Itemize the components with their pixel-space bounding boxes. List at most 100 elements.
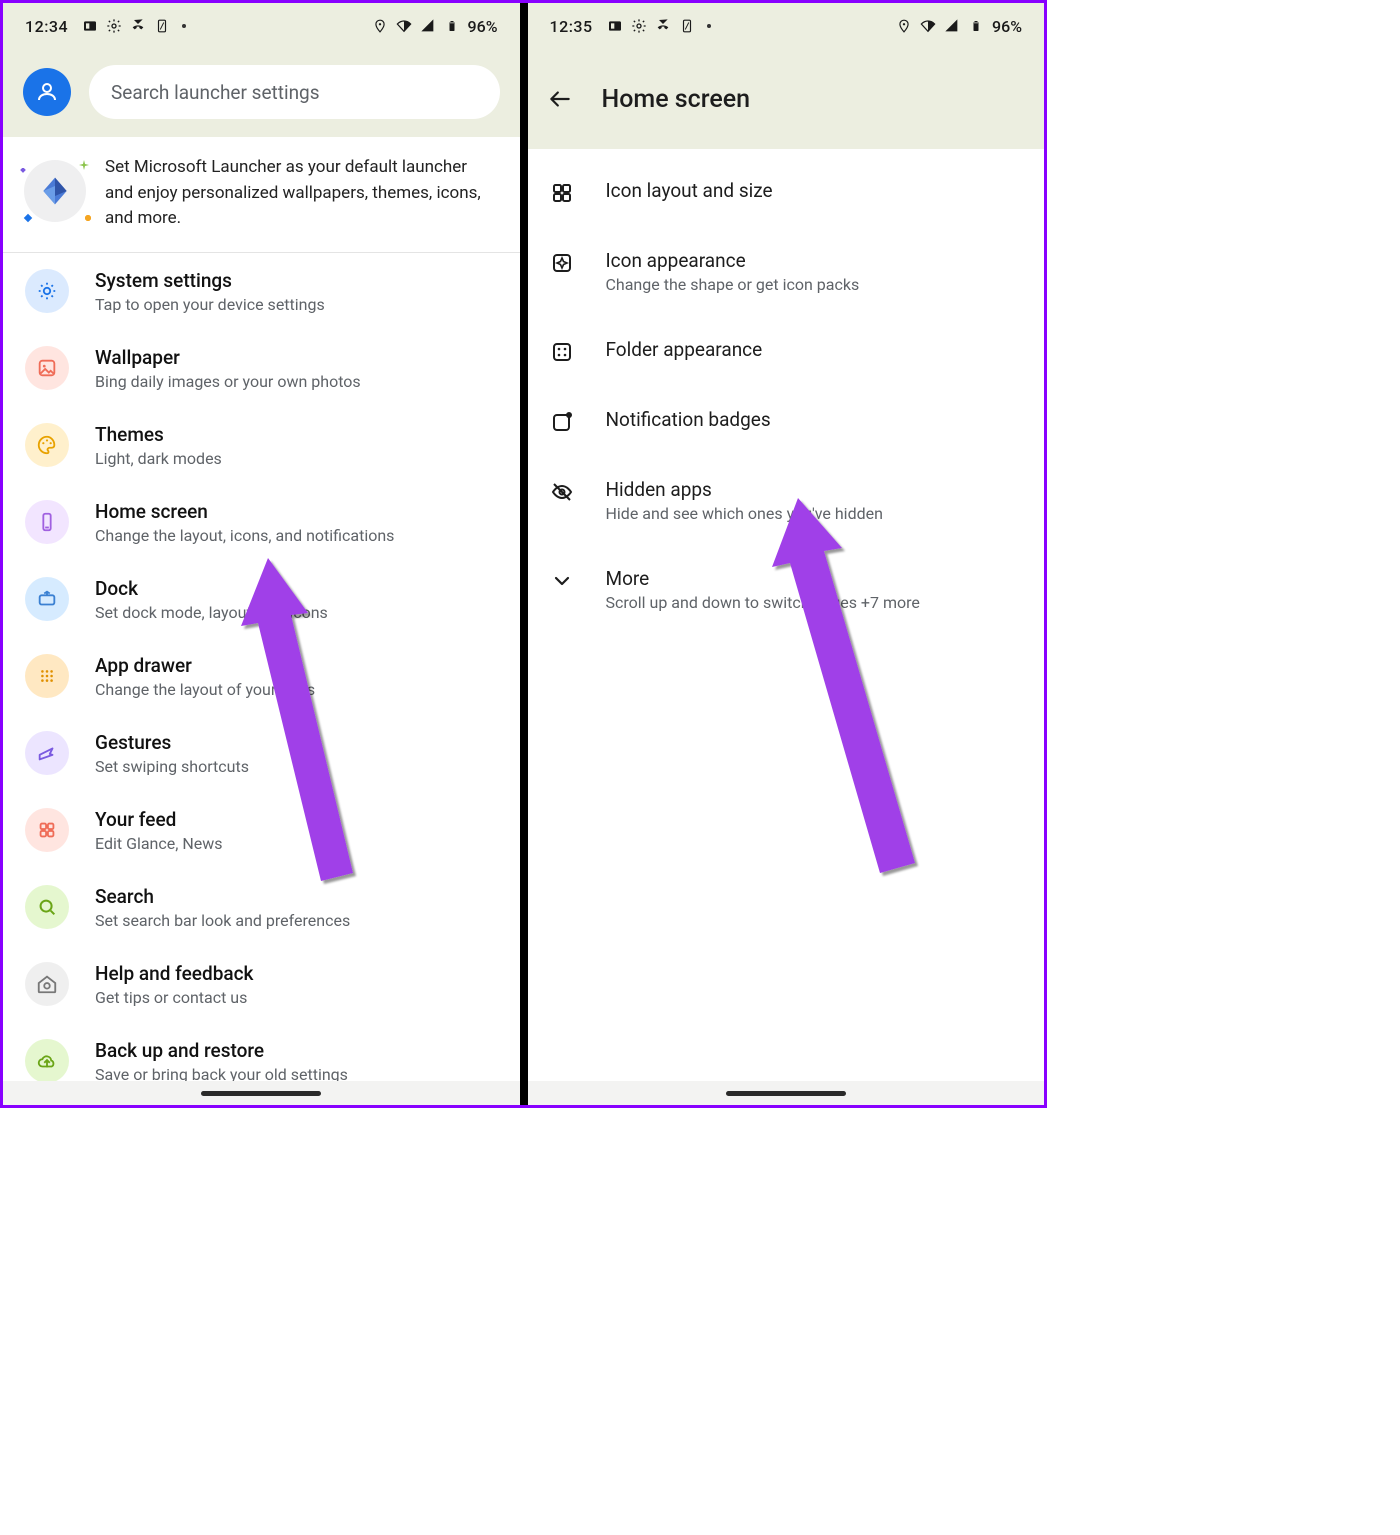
hs-title: Notification badges	[606, 408, 771, 431]
setting-wallpaper[interactable]: Wallpaper Bing daily images or your own p…	[3, 330, 520, 407]
palette-icon	[25, 423, 69, 467]
setting-title: Home screen	[95, 500, 394, 523]
sparkle-icon	[19, 161, 27, 180]
hs-icon-layout-and-size[interactable]: Icon layout and size	[528, 157, 1045, 227]
setting-themes[interactable]: ThemesLight, dark modes	[3, 407, 520, 484]
card-icon	[82, 18, 98, 34]
hs-notification-badges[interactable]: Notification badges	[528, 386, 1045, 456]
setting-subtitle: Bing daily images or your own photos	[95, 372, 361, 391]
gear-icon	[106, 18, 122, 34]
hs-title: More	[606, 567, 920, 590]
setting-title: System settings	[95, 269, 325, 292]
grid-icon	[25, 654, 69, 698]
setting-title: Back up and restore	[95, 1039, 348, 1062]
setting-subtitle: Get tips or contact us	[95, 988, 253, 1007]
navigation-bar	[3, 1081, 520, 1105]
setting-subtitle: Change the layout of your apps	[95, 680, 315, 699]
hs-subtitle: Scroll up and down to switch pages +7 mo…	[606, 593, 920, 612]
setting-dock[interactable]: Dock Set dock mode, layout, and icons	[3, 561, 520, 638]
swipe-icon	[25, 731, 69, 775]
setting-app-drawer[interactable]: App drawer Change the layout of your apps	[3, 638, 520, 715]
navigation-bar	[528, 1081, 1045, 1105]
arrow-left-icon	[547, 86, 573, 112]
header: Home screen	[528, 49, 1045, 149]
location-icon	[896, 18, 912, 34]
setting-search[interactable]: SearchSet search bar look and preference…	[3, 869, 520, 946]
dock-icon	[25, 577, 69, 621]
hs-title: Hidden apps	[606, 478, 883, 501]
phone-icon	[25, 500, 69, 544]
person-icon	[35, 80, 59, 104]
hs-folder-appearance[interactable]: Folder appearance	[528, 316, 1045, 386]
hs-title: Folder appearance	[606, 338, 763, 361]
sparkle-icon	[550, 251, 574, 275]
setting-subtitle: Set dock mode, layout, and icons	[95, 603, 328, 622]
cloud-icon	[25, 1039, 69, 1083]
time: 12:35	[550, 17, 593, 36]
card-icon	[607, 18, 623, 34]
wifi-icon	[920, 18, 936, 34]
setting-title: Themes	[95, 423, 222, 446]
location-icon	[372, 18, 388, 34]
default-launcher-banner[interactable]: Set Microsoft Launcher as your default l…	[3, 137, 520, 253]
hs-hidden-apps[interactable]: Hidden apps Hide and see which ones you'v…	[528, 456, 1045, 545]
setting-title: Dock	[95, 577, 328, 600]
status-bar: 12:35 96%	[528, 3, 1045, 49]
hs-more[interactable]: More Scroll up and down to switch pages +…	[528, 545, 1045, 634]
setting-subtitle: Set search bar look and preferences	[95, 911, 350, 930]
gear-icon	[25, 269, 69, 313]
setting-help-and-feedback[interactable]: Help and feedback Get tips or contact us	[3, 946, 520, 1023]
setting-title: Your feed	[95, 808, 223, 831]
battery-icon	[968, 18, 984, 34]
home-screen-list: Icon layout and size Icon appearance Chang…	[528, 149, 1045, 642]
signal-icon	[420, 18, 436, 34]
banner-text: Set Microsoft Launcher as your default l…	[105, 155, 498, 232]
phone-missed-icon	[130, 18, 146, 34]
image-icon	[25, 346, 69, 390]
status-bar: 12:34 96%	[3, 3, 520, 49]
device-icon	[679, 18, 695, 34]
help-icon	[25, 962, 69, 1006]
hs-title: Icon layout and size	[606, 179, 773, 202]
phone-missed-icon	[655, 18, 671, 34]
more-dot-icon	[707, 24, 711, 28]
battery-percent: 96%	[468, 17, 498, 36]
setting-system-settings[interactable]: System settings Tap to open your device s…	[3, 253, 520, 330]
setting-subtitle: Tap to open your device settings	[95, 295, 325, 314]
setting-title: Gestures	[95, 731, 249, 754]
setting-title: App drawer	[95, 654, 315, 677]
time: 12:34	[25, 17, 68, 36]
search-input[interactable]: Search launcher settings	[89, 65, 500, 119]
signal-icon	[944, 18, 960, 34]
settings-list: System settings Tap to open your device s…	[3, 253, 520, 1100]
sparkle-icon	[23, 208, 33, 227]
page-title: Home screen	[602, 85, 751, 114]
wifi-icon	[396, 18, 412, 34]
chevron-icon	[550, 569, 574, 593]
folder-icon	[550, 340, 574, 364]
device-icon	[154, 18, 170, 34]
sparkle-icon	[85, 206, 91, 225]
setting-title: Help and feedback	[95, 962, 253, 985]
profile-button[interactable]	[23, 68, 71, 116]
setting-gestures[interactable]: Gestures Set swiping shortcuts	[3, 715, 520, 792]
launcher-icon	[35, 171, 75, 211]
setting-your-feed[interactable]: Your feed Edit Glance, News	[3, 792, 520, 869]
battery-icon	[444, 18, 460, 34]
hs-title: Icon appearance	[606, 249, 860, 272]
sparkle-icon	[79, 155, 89, 174]
search-icon	[25, 885, 69, 929]
setting-title: Wallpaper	[95, 346, 361, 369]
hs-subtitle: Change the shape or get icon packs	[606, 275, 860, 294]
hs-icon-appearance[interactable]: Icon appearance Change the shape or get i…	[528, 227, 1045, 316]
setting-home-screen[interactable]: Home screenChange the layout, icons, and…	[3, 484, 520, 561]
header: Search launcher settings	[3, 49, 520, 137]
search-placeholder: Search launcher settings	[111, 81, 320, 104]
layout-icon	[550, 181, 574, 205]
back-button[interactable]	[546, 85, 574, 113]
hs-subtitle: Hide and see which ones you've hidden	[606, 504, 883, 523]
setting-subtitle: Set swiping shortcuts	[95, 757, 249, 776]
eyeoff-icon	[550, 480, 574, 504]
battery-percent: 96%	[992, 17, 1022, 36]
setting-subtitle: Edit Glance, News	[95, 834, 223, 853]
